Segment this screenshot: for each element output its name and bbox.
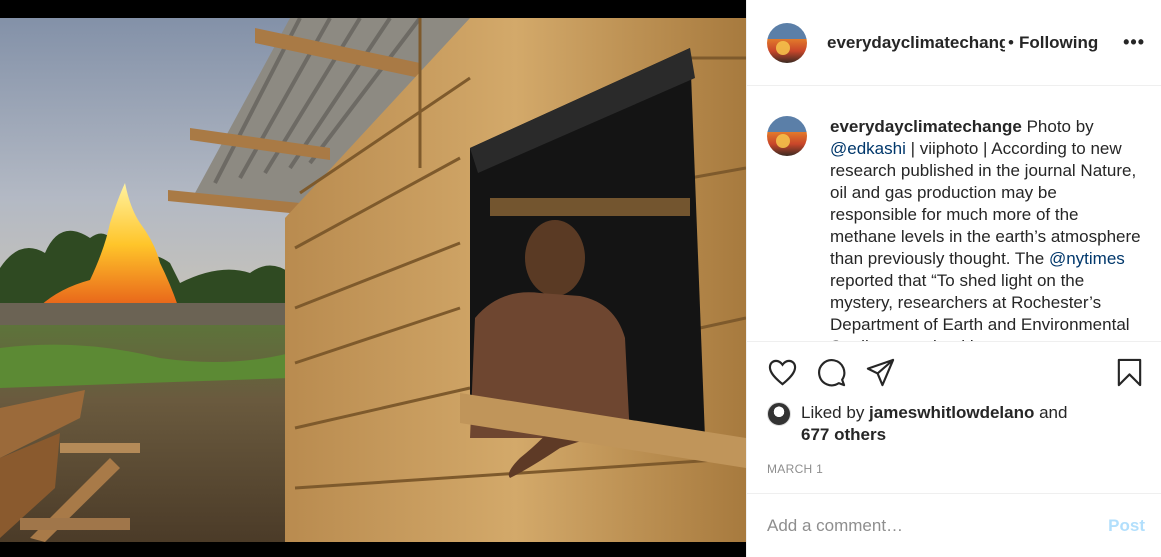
caption-avatar[interactable] <box>767 116 807 157</box>
likes-summary: Liked by jameswhitlowdelano and 677 other… <box>747 402 1161 446</box>
add-comment-bar: Add a comment… Post <box>747 493 1161 557</box>
post-caption: everydayclimatechange Photo by @edkashi … <box>830 116 1142 341</box>
bookmark-icon[interactable] <box>1114 357 1145 388</box>
likes-prefix: Liked by <box>801 403 870 423</box>
author-username[interactable]: everydayclimatechange <box>827 33 1005 53</box>
liker-username[interactable]: jameswhitlowdelano <box>869 403 1034 422</box>
liker-avatar[interactable] <box>767 402 791 427</box>
comments-section[interactable]: everydayclimatechange Photo by @edkashi … <box>747 86 1161 343</box>
caption-text-1: Photo by <box>1021 117 1094 137</box>
likes-text: Liked by jameswhitlowdelano and 677 other… <box>801 402 1067 446</box>
likes-suffix: and <box>1034 403 1068 423</box>
post-comment-button[interactable]: Post <box>1108 516 1145 536</box>
action-bar <box>747 342 1161 402</box>
header-separator: • <box>1008 32 1014 52</box>
post-photo[interactable] <box>0 0 746 557</box>
post-details-panel: everydayclimatechange • Following ••• ev… <box>746 0 1161 557</box>
mention-nytimes[interactable]: @nytimes <box>1049 249 1125 268</box>
following-button[interactable]: Following <box>1019 33 1098 53</box>
likes-others-link[interactable]: 677 others <box>801 425 886 444</box>
mention-edkashi[interactable]: @edkashi <box>830 139 906 158</box>
post-header: everydayclimatechange • Following ••• <box>747 0 1161 87</box>
caption-username[interactable]: everydayclimatechange <box>830 117 1022 136</box>
author-avatar[interactable] <box>767 22 807 63</box>
heart-icon[interactable] <box>767 357 798 388</box>
paper-plane-icon[interactable] <box>865 357 896 388</box>
photo-illustration <box>0 18 746 542</box>
more-options-icon[interactable]: ••• <box>1123 32 1145 53</box>
post-date[interactable]: MARCH 1 <box>747 446 1161 493</box>
caption-text-3: reported that “To shed light on the myst… <box>830 271 1130 341</box>
instagram-post-modal: everydayclimatechange • Following ••• ev… <box>0 0 1161 557</box>
comment-icon[interactable] <box>816 357 847 388</box>
comment-input[interactable]: Add a comment… <box>767 516 1108 536</box>
